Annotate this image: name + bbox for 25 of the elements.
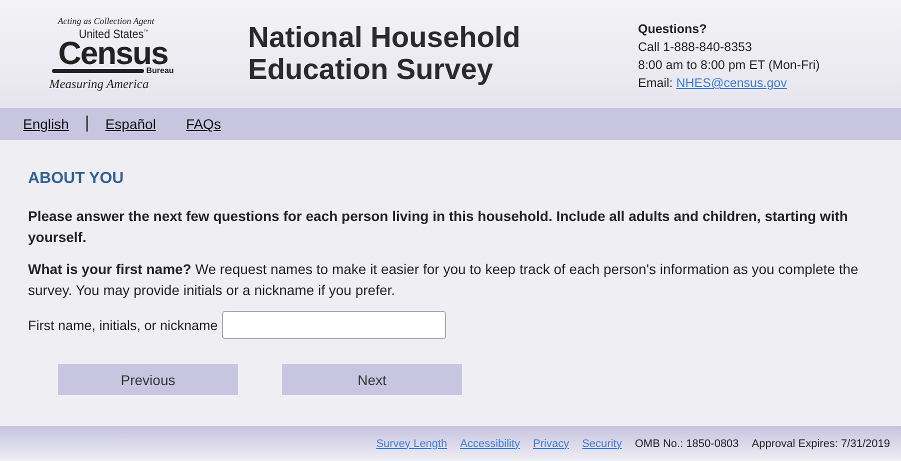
question-text: What is your first name? We request names to make it easier for you to keep track of each person's information as you complete the survey. You may provide initials or a nickname if you prefer. [28,260,860,300]
nav-link[interactable]: FAQs [186,116,221,132]
contact-hours: 8:00 am to 8:00 pm ET (Mon-Fri) [638,57,820,74]
previous-button[interactable]: Previous [58,364,238,395]
omb-number: OMB No.: 1850-0803 [634,438,739,450]
logo-bar-icon [52,68,144,74]
contact-phone: Call 1-888-840-8353 [638,39,752,56]
section-title: ABOUT YOU [28,170,124,188]
nav-link[interactable]: English [23,116,69,132]
instructions-text: Please answer the next few questions for each person living in this household. Include all adults and children, starting with yourself. [28,207,849,247]
survey-title: Education Survey [248,54,493,86]
logo-bureau: Bureau [146,66,174,75]
survey-title: National Household [248,22,520,54]
logo-motto: Measuring America [49,77,149,92]
logo-wordmark: Census [58,40,168,66]
email-label: Email: [638,76,673,90]
field-label: First name, initials, or nickname [28,318,218,332]
logo-tagline: Acting as Collection Agent [58,16,154,26]
nav-link[interactable]: Español [105,116,156,132]
next-button[interactable]: Next [282,364,462,395]
nav-separator: | [84,113,90,133]
approval-expiry: Approval Expires: 7/31/2019 [752,438,890,450]
logo-text: United States$^{™}$ [79,26,149,40]
contact-heading: Questions? [638,21,707,38]
first-name-field[interactable] [222,311,446,339]
